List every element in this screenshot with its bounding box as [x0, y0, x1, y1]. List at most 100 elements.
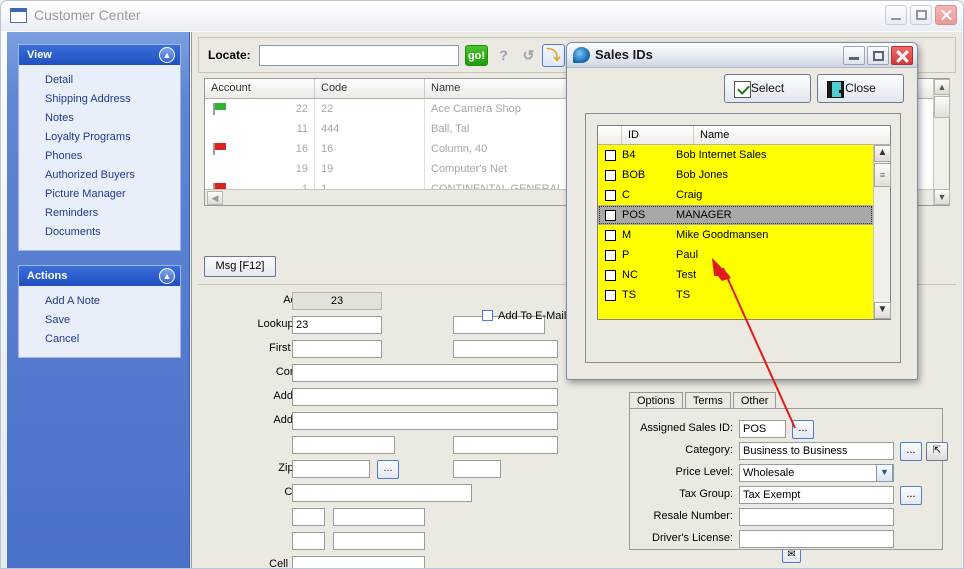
chevron-up-icon[interactable]: ▲	[934, 79, 950, 95]
list-item-selected[interactable]: POS MANAGER	[598, 205, 873, 225]
locate-input[interactable]	[259, 45, 459, 66]
list-filler	[598, 305, 873, 319]
maximize-icon[interactable]	[867, 46, 889, 65]
sidebar-item-notes[interactable]: Notes	[19, 109, 180, 128]
maximize-icon[interactable]	[910, 5, 932, 25]
list-item[interactable]: BOB Bob Jones	[598, 165, 873, 185]
state-field[interactable]	[453, 436, 558, 454]
grid-vertical-scrollbar[interactable]: ▲ ▼	[933, 79, 950, 205]
list-item[interactable]: P Paul	[598, 245, 873, 265]
jump-icon[interactable]: ⤵	[542, 44, 565, 67]
work-phone-field[interactable]	[333, 508, 425, 526]
chevron-up-icon[interactable]: ▲	[159, 47, 175, 63]
sidebar-panel-actions-header[interactable]: Actions ▲	[19, 266, 180, 286]
select-button[interactable]: Select	[724, 74, 811, 103]
sidebar-item-phones[interactable]: Phones	[19, 147, 180, 166]
chevron-left-icon[interactable]: ◀	[207, 191, 223, 205]
work-area-code-field[interactable]	[292, 508, 325, 526]
tax-group-field[interactable]	[739, 486, 894, 504]
row-checkbox[interactable]	[605, 249, 616, 261]
row-checkbox[interactable]	[605, 269, 616, 281]
sidebar-item-picture-manager[interactable]: Picture Manager	[19, 185, 180, 204]
expand-icon[interactable]: ⇱	[926, 442, 948, 461]
category-browse-button[interactable]: ...	[900, 442, 922, 461]
sidebar-item-add-a-note[interactable]: Add A Note	[19, 292, 180, 311]
close-icon[interactable]	[935, 5, 957, 25]
assigned-sales-id-field[interactable]	[739, 420, 786, 438]
zip-lookup-button[interactable]: ...	[377, 460, 399, 479]
sidebar-item-label: Picture Manager	[45, 188, 126, 200]
mailing-list-checkbox[interactable]	[482, 310, 493, 321]
last-name-field[interactable]	[453, 340, 558, 358]
list-item[interactable]: C Craig	[598, 185, 873, 205]
resale-number-field[interactable]	[739, 508, 894, 526]
tab-other[interactable]: Other	[732, 392, 777, 409]
sales-ids-scrollbar[interactable]: ▲ ≡ ▼	[873, 145, 891, 319]
price-level-label: Price Level:	[675, 466, 733, 478]
row-checkbox[interactable]	[605, 209, 616, 221]
sales-ids-column-name[interactable]: Name	[694, 126, 890, 144]
scrollbar-thumb[interactable]: ≡	[874, 163, 891, 187]
msg-button[interactable]: Msg [F12]	[204, 256, 276, 277]
sidebar-item-shipping-address[interactable]: Shipping Address	[19, 90, 180, 109]
list-item[interactable]: B4 Bob Internet Sales	[598, 145, 873, 165]
sidebar-item-save[interactable]: Save	[19, 311, 180, 330]
help-icon[interactable]: ?	[492, 44, 515, 67]
minimize-icon[interactable]	[843, 46, 865, 65]
fax-phone-field[interactable]	[333, 532, 425, 550]
grid-column-code[interactable]: Code	[315, 79, 425, 98]
row-name: Bob Internet Sales	[676, 149, 767, 161]
city-field[interactable]	[292, 436, 395, 454]
list-item[interactable]: TS TS	[598, 285, 873, 305]
sidebar-item-label: Detail	[45, 74, 74, 86]
chevron-down-icon[interactable]: ▼	[934, 189, 950, 205]
scrollbar-thumb[interactable]	[934, 96, 950, 118]
close-icon[interactable]	[891, 46, 913, 65]
lookup-code-field[interactable]	[292, 316, 382, 334]
row-checkbox[interactable]	[605, 169, 616, 181]
sidebar-item-label: Authorized Buyers	[45, 169, 135, 181]
chevron-up-icon[interactable]: ▲	[874, 145, 891, 162]
minimize-icon[interactable]	[885, 5, 907, 25]
category-field[interactable]	[739, 442, 894, 460]
sidebar-item-loyalty-programs[interactable]: Loyalty Programs	[19, 128, 180, 147]
chevron-up-icon[interactable]: ▲	[159, 268, 175, 284]
first-name-field[interactable]	[292, 340, 382, 358]
cell-phone-field[interactable]	[292, 556, 425, 568]
sidebar-item-cancel[interactable]: Cancel	[19, 330, 180, 349]
grid-column-account[interactable]: Account	[205, 79, 315, 98]
sidebar-item-reminders[interactable]: Reminders	[19, 204, 180, 223]
address1-field[interactable]	[292, 388, 558, 406]
grid-cell-code: 444	[315, 119, 425, 139]
tab-terms[interactable]: Terms	[684, 392, 731, 409]
list-item[interactable]: NC Test	[598, 265, 873, 285]
tax-group-browse-button[interactable]: ...	[900, 486, 922, 505]
drivers-license-field[interactable]	[739, 530, 894, 548]
fax-area-code-field[interactable]	[292, 532, 325, 550]
zip-code-field[interactable]	[292, 460, 370, 478]
tab-options[interactable]: Options	[629, 392, 683, 409]
sidebar-panel-view-header[interactable]: View ▲	[19, 45, 180, 65]
close-button[interactable]: Close	[817, 74, 904, 103]
sidebar-item-authorized-buyers[interactable]: Authorized Buyers	[19, 166, 180, 185]
chevron-down-icon[interactable]: ▼	[874, 302, 891, 319]
plus4-field[interactable]	[453, 460, 501, 478]
address2-field[interactable]	[292, 412, 558, 430]
row-checkbox[interactable]	[605, 149, 616, 161]
sidebar-item-detail[interactable]: Detail	[19, 71, 180, 90]
checkmark-icon	[734, 81, 751, 98]
country-field[interactable]	[292, 484, 472, 502]
chevron-down-icon[interactable]: ▼	[876, 464, 893, 482]
price-level-select[interactable]: Wholesale ▼	[739, 464, 894, 482]
row-checkbox[interactable]	[605, 189, 616, 201]
go-button[interactable]: go!	[465, 45, 488, 66]
company-field[interactable]	[292, 364, 558, 382]
assigned-sales-id-browse-button[interactable]: ...	[792, 420, 814, 439]
row-checkbox[interactable]	[605, 229, 616, 241]
sidebar-item-documents[interactable]: Documents	[19, 223, 180, 242]
list-item[interactable]: M Mike Goodmansen	[598, 225, 873, 245]
sales-ids-listbox-container: ID Name B4 Bob Internet Sales BOB Bob Jo…	[585, 113, 901, 363]
sales-ids-column-id[interactable]: ID	[622, 126, 694, 144]
row-checkbox[interactable]	[605, 289, 616, 301]
refresh-icon[interactable]: ↺	[517, 44, 540, 67]
